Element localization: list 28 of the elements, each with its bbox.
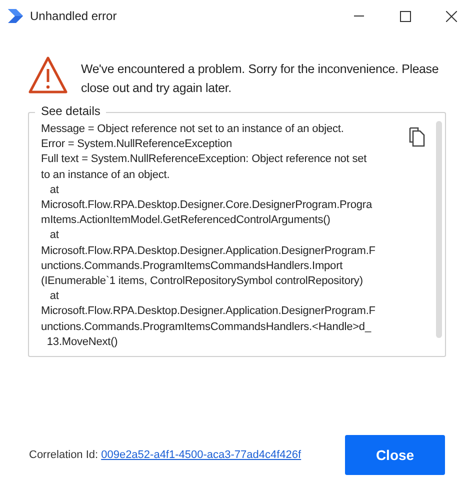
correlation-label: Correlation Id: — [29, 449, 98, 461]
details-line: at — [48, 289, 59, 304]
warning-icon — [28, 56, 68, 94]
details-line: 13.MoveNext() — [46, 334, 118, 350]
copy-icon[interactable] — [409, 127, 425, 147]
details-line: Microsoft.Flow.RPA.Desktop.Designer.Core.DesignerProgram.Progra — [41, 198, 372, 214]
error-message: We've encountered a problem. Sorry for the inconvenience. Please close out and try again later. — [81, 61, 440, 97]
details-line: Error = System.NullReferenceException — [41, 137, 232, 152]
details-line: Microsoft.Flow.RPA.Desktop.Designer.Application.DesignerProgram.F — [41, 244, 376, 259]
close-icon[interactable] — [446, 10, 456, 22]
details-line: to an instance of an object. — [41, 168, 170, 183]
details-line: at — [48, 182, 59, 198]
close-button[interactable]: Close — [345, 435, 445, 475]
details-line: Full text = System.NullReferenceException: Object reference not set — [41, 152, 367, 168]
details-legend: See details — [35, 104, 106, 118]
details-line: mItems.ActionItemModel.GetReferencedControlArguments() — [41, 213, 330, 228]
window-title: Unhandled error — [30, 9, 118, 23]
app-logo-icon — [8, 9, 24, 23]
maximize-icon[interactable] — [400, 10, 410, 22]
scrollbar-thumb[interactable] — [436, 121, 442, 338]
details-line: Message = Object reference not set to an instance of an object. — [41, 122, 344, 137]
details-line: unctions.Commands.ProgramItemsCommandsHandlers.<Handle>d_ — [41, 320, 371, 335]
minimize-icon[interactable] — [354, 15, 364, 17]
details-line: unctions.Commands.ProgramItemsCommandsHandlers.Import — [41, 258, 343, 274]
details-line: (IEnumerable`1 items, ControlRepositorySymbol controlRepository) — [41, 274, 363, 290]
correlation-id-link[interactable]: 009e2a52-a4f1-4500-aca3-77ad4c4f426f — [101, 449, 345, 461]
details-line: at — [48, 228, 59, 244]
details-line: Microsoft.Flow.RPA.Desktop.Designer.Application.DesignerProgram.F — [41, 304, 376, 320]
